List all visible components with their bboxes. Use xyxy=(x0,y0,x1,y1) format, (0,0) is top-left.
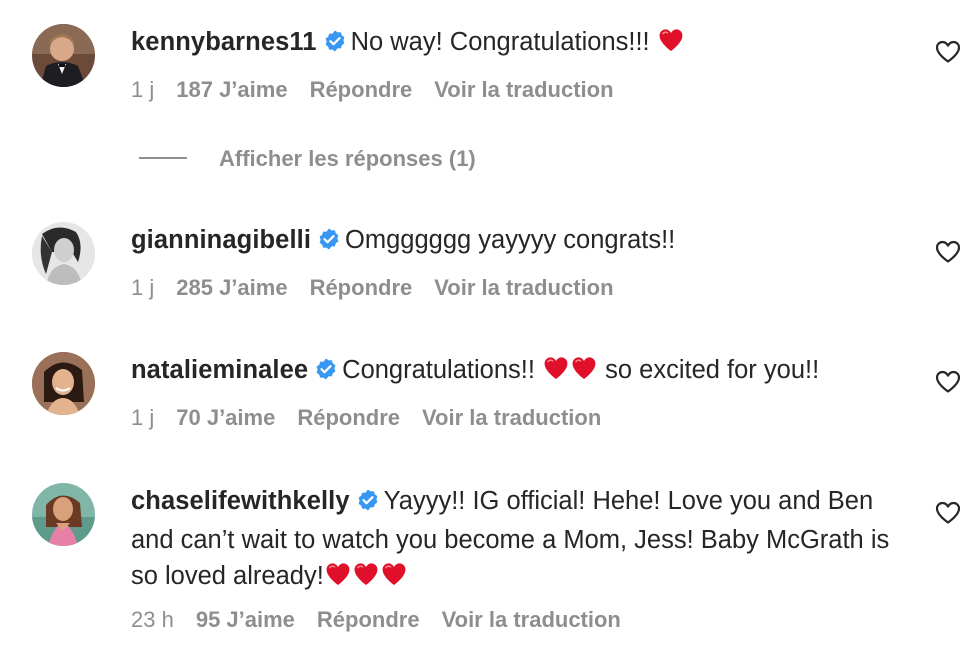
comment-time: 1 j xyxy=(131,405,155,430)
comment-time: 1 j xyxy=(131,275,155,300)
username[interactable]: natalieminalee xyxy=(131,356,308,384)
comment-meta: 1 j 187 J’aime Répondre Voir la traduction xyxy=(131,77,636,103)
comment-text: chaselifewithkelly Yayyy!! IG official! H… xyxy=(131,483,921,597)
translate-button[interactable]: Voir la traduction xyxy=(434,77,613,102)
comment-text: natalieminalee Congratulations!! so excit… xyxy=(131,352,921,391)
comment-text: gianninagibelli Omgggggg yayyyy congrats!… xyxy=(131,222,921,261)
username[interactable]: kennybarnes11 xyxy=(131,28,317,56)
comment-body: Congratulations!! xyxy=(342,356,535,384)
like-heart-icon[interactable] xyxy=(935,370,961,394)
likes-count[interactable]: 70 J’aime xyxy=(176,405,275,430)
avatar[interactable] xyxy=(32,352,95,415)
avatar[interactable] xyxy=(32,24,95,87)
likes-count[interactable]: 95 J’aime xyxy=(196,607,295,632)
verified-badge-icon xyxy=(323,27,347,63)
translate-button[interactable]: Voir la traduction xyxy=(434,275,613,300)
red-heart-emoji-icon xyxy=(352,561,380,597)
replies-divider xyxy=(139,157,187,159)
avatar[interactable] xyxy=(32,222,95,285)
username[interactable]: chaselifewithkelly xyxy=(131,487,350,515)
comment-text: kennybarnes11 No way! Congratulations!!! xyxy=(131,24,921,63)
comment-body-continued: so excited for you!! xyxy=(605,356,820,384)
reply-button[interactable]: Répondre xyxy=(297,405,400,430)
likes-count[interactable]: 285 J’aime xyxy=(176,275,287,300)
red-heart-emoji-icon xyxy=(542,355,570,391)
comment-body: Omgggggg yayyyy congrats!! xyxy=(345,226,676,254)
avatar[interactable] xyxy=(32,483,95,546)
reply-button[interactable]: Répondre xyxy=(310,275,413,300)
translate-button[interactable]: Voir la traduction xyxy=(422,405,601,430)
comment-time: 1 j xyxy=(131,77,155,102)
comment-time: 23 h xyxy=(131,607,174,632)
red-heart-emoji-icon xyxy=(657,27,685,63)
show-replies-button[interactable]: Afficher les réponses (1) xyxy=(139,146,476,172)
translate-button[interactable]: Voir la traduction xyxy=(442,607,621,632)
comment-meta: 1 j 70 J’aime Répondre Voir la traduction xyxy=(131,405,623,431)
like-heart-icon[interactable] xyxy=(935,240,961,264)
red-heart-emoji-icon xyxy=(380,561,408,597)
red-heart-emoji-icon xyxy=(324,561,352,597)
red-heart-emoji-icon xyxy=(570,355,598,391)
verified-badge-icon xyxy=(314,355,338,391)
likes-count[interactable]: 187 J’aime xyxy=(176,77,287,102)
like-heart-icon[interactable] xyxy=(935,501,961,525)
show-replies-label: Afficher les réponses (1) xyxy=(219,146,476,171)
comment-body: No way! Congratulations!!! xyxy=(350,28,650,56)
comment-meta: 1 j 285 J’aime Répondre Voir la traduction xyxy=(131,275,636,301)
like-heart-icon[interactable] xyxy=(935,40,961,64)
reply-button[interactable]: Répondre xyxy=(317,607,420,632)
username[interactable]: gianninagibelli xyxy=(131,226,311,254)
comment-meta: 23 h 95 J’aime Répondre Voir la traduction xyxy=(131,607,643,633)
reply-button[interactable]: Répondre xyxy=(310,77,413,102)
verified-badge-icon xyxy=(317,225,341,261)
verified-badge-icon xyxy=(356,486,380,522)
